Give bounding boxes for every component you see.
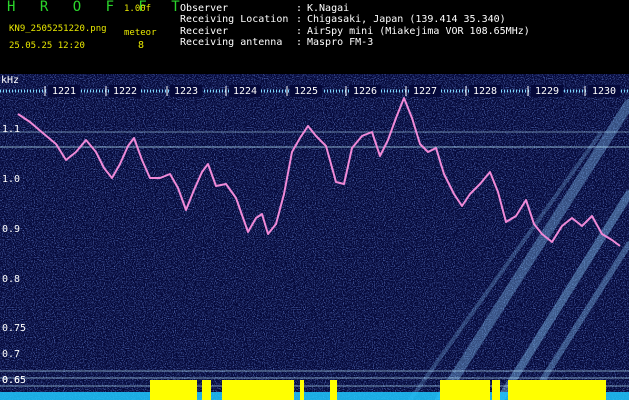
- observer-key: Observer: [180, 3, 229, 14]
- app-version: 1.00f: [124, 4, 152, 14]
- freq-tick-label: 1.0: [2, 174, 20, 185]
- header: H R O F F T 1.00f KN9_2505251220.png 25.…: [0, 0, 629, 74]
- activity-bar: [150, 380, 197, 400]
- location-key: Receiving Location: [180, 14, 289, 25]
- location-sep: :: [296, 14, 303, 25]
- time-tick-label: 1227: [413, 86, 437, 97]
- antenna-value: Maspro FM-3: [307, 37, 374, 48]
- time-tick-label: 1223: [174, 86, 198, 97]
- freq-tick-label: 0.9: [2, 224, 20, 235]
- time-tick-label: 1224: [233, 86, 257, 97]
- file-name: KN9_2505251220.png: [9, 24, 107, 34]
- time-tick-label: 1222: [113, 86, 137, 97]
- antenna-key: Receiving antenna: [180, 37, 283, 48]
- meteor-label: meteor: [124, 28, 157, 38]
- time-tick-label: 1225: [294, 86, 318, 97]
- receiver-value: AirSpy mini (Miakejima VOR 108.65MHz): [307, 26, 530, 37]
- unit-label: kHz: [1, 75, 20, 86]
- activity-bar: [202, 380, 211, 400]
- antenna-sep: :: [296, 37, 303, 48]
- freq-tick-label: 0.8: [2, 274, 20, 285]
- freq-tick-label: 0.75: [2, 323, 26, 334]
- activity-bar: [492, 380, 500, 400]
- time-tick-label: 1229: [535, 86, 559, 97]
- time-tick-label: 1230: [592, 86, 616, 97]
- time-tick-label: 1226: [353, 86, 377, 97]
- freq-tick-label: 1.1: [2, 124, 20, 135]
- observer-value: K.Nagai: [307, 3, 350, 14]
- freq-tick-label: 0.6: [2, 375, 20, 386]
- meteor-count: 8: [138, 40, 145, 51]
- observer-sep: :: [296, 3, 303, 14]
- receiver-key: Receiver: [180, 26, 229, 37]
- freq-tick-label: 0.7: [2, 349, 20, 360]
- receiver-sep: :: [296, 26, 303, 37]
- datetime: 25.05.25 12:20: [9, 41, 85, 51]
- activity-bar: [440, 380, 490, 400]
- activity-bar: [222, 380, 294, 400]
- app-title: H R O F F T: [7, 0, 188, 15]
- time-tick-label: 1221: [52, 86, 76, 97]
- spectrogram: 1221 1222 1223 1224 1225 1226 1227 1228 1229 1230…: [0, 74, 629, 400]
- activity-bar: [300, 380, 304, 400]
- activity-bar: [508, 380, 606, 400]
- activity-bar: [330, 380, 337, 400]
- time-tick-label: 1228: [473, 86, 497, 97]
- location-value: Chigasaki, Japan (139.414 35.340): [307, 14, 506, 25]
